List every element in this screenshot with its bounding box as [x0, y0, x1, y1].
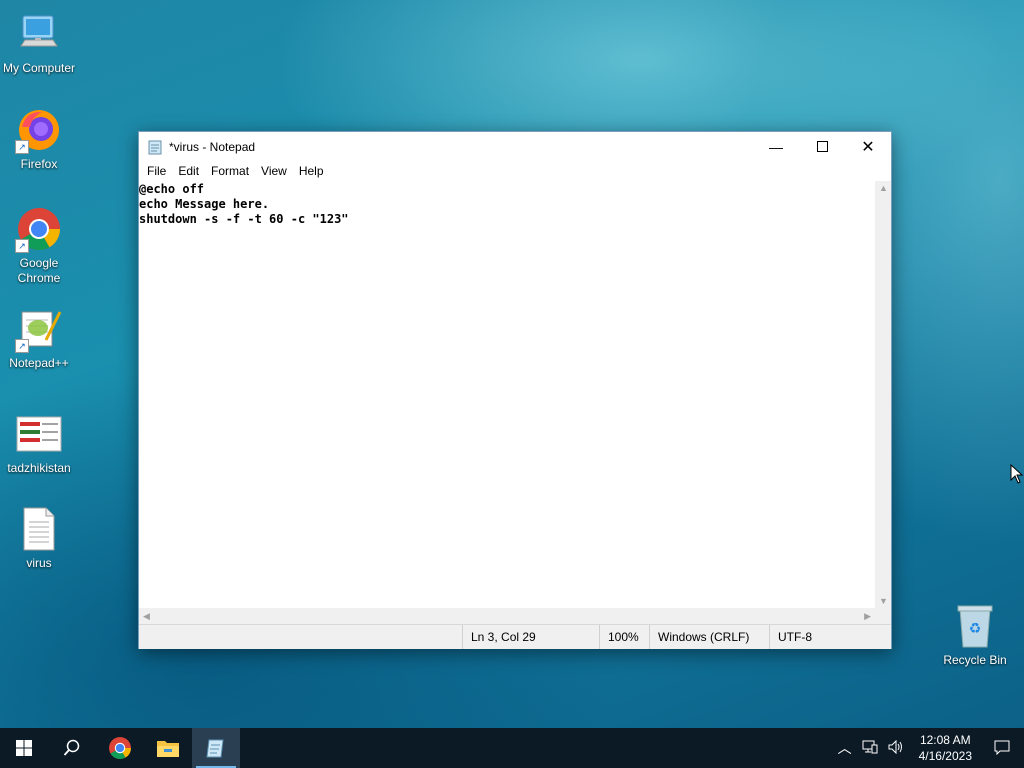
search-icon: [63, 739, 80, 756]
search-button[interactable]: [48, 728, 96, 768]
scroll-left-icon[interactable]: ◀: [143, 611, 150, 622]
volume-icon[interactable]: [883, 739, 909, 757]
desktop-icon-notepadpp[interactable]: ↗ Notepad++: [1, 305, 77, 371]
status-position: Ln 3, Col 29: [462, 625, 593, 649]
maximize-icon: [816, 141, 828, 152]
desktop-icon-label: tadzhikistan: [7, 461, 71, 475]
horizontal-scrollbar[interactable]: ◀ ▶: [139, 608, 875, 624]
menu-view[interactable]: View: [255, 164, 293, 178]
notifications-icon[interactable]: [982, 739, 1024, 758]
menu-edit[interactable]: Edit: [172, 164, 205, 178]
firefox-icon: ↗: [15, 106, 63, 154]
notepad-app-icon: [206, 739, 224, 758]
start-button[interactable]: [0, 728, 48, 768]
desktop-icon-label: virus: [26, 556, 52, 570]
text-file-icon: [15, 505, 63, 553]
menu-help[interactable]: Help: [293, 164, 330, 178]
minimize-button[interactable]: —: [753, 132, 799, 161]
desktop-icon-my-computer[interactable]: My Computer: [1, 10, 77, 76]
desktop-icon-tadzhikistan[interactable]: tadzhikistan: [1, 410, 77, 476]
taskbar-chrome[interactable]: [96, 728, 144, 768]
recycle-bin-icon: ♻: [951, 602, 999, 650]
folder-icon: [157, 741, 179, 757]
desktop-icon-label: Firefox: [20, 157, 58, 171]
desktop-icon-chrome[interactable]: ↗ Google Chrome: [1, 205, 77, 286]
scroll-up-icon[interactable]: ▲: [879, 183, 888, 193]
desktop-icon-label: My Computer: [2, 61, 76, 75]
window-title: *virus - Notepad: [169, 139, 256, 154]
text-editor[interactable]: @echo off echo Message here. shutdown -s…: [139, 181, 875, 609]
status-encoding: UTF-8: [769, 625, 882, 649]
chrome-icon: ↗: [15, 205, 63, 253]
vertical-scrollbar[interactable]: ▲ ▼: [875, 181, 891, 608]
close-button[interactable]: ✕: [845, 132, 891, 161]
status-zoom: 100%: [599, 625, 648, 649]
shortcut-arrow-icon: ↗: [15, 140, 29, 154]
desktop-icon-label: Recycle Bin: [943, 653, 1007, 667]
desktop-icon-label: Notepad++: [9, 356, 69, 370]
clock-time: 12:08 AM: [919, 733, 971, 747]
chevron-up-icon[interactable]: ︿: [833, 738, 857, 758]
notepadpp-icon: ↗: [15, 305, 63, 353]
menu-file[interactable]: File: [141, 164, 172, 178]
taskbar-file-explorer[interactable]: [144, 728, 192, 768]
notepad-app-icon: [147, 139, 163, 155]
desktop-icon-recycle-bin[interactable]: ♻ Recycle Bin: [937, 602, 1013, 668]
mouse-cursor-icon: [1010, 463, 1024, 489]
computer-icon: [15, 10, 63, 58]
maximize-button[interactable]: [799, 132, 845, 161]
scroll-right-icon[interactable]: ▶: [864, 611, 871, 622]
scrollbar-corner: [875, 608, 891, 624]
network-icon[interactable]: [857, 740, 883, 757]
status-line-endings: Windows (CRLF): [649, 625, 762, 649]
system-tray: ︿ 12:08 AM 4/16/2023: [833, 728, 1024, 768]
desktop-icon-label: Google Chrome: [17, 256, 61, 285]
svg-text:♻: ♻: [969, 621, 982, 637]
image-file-icon: [15, 410, 63, 458]
menu-bar: File Edit Format View Help: [139, 161, 891, 181]
taskbar: ︿ 12:08 AM 4/16/2023: [0, 728, 1024, 768]
taskbar-clock[interactable]: 12:08 AM 4/16/2023: [909, 732, 982, 764]
title-bar[interactable]: *virus - Notepad — ✕: [139, 132, 891, 161]
status-bar: Ln 3, Col 29 100% Windows (CRLF) UTF-8: [139, 624, 891, 649]
scroll-down-icon[interactable]: ▼: [879, 596, 888, 606]
desktop-icon-firefox[interactable]: ↗ Firefox: [1, 106, 77, 172]
menu-format[interactable]: Format: [205, 164, 255, 178]
shortcut-arrow-icon: ↗: [15, 239, 29, 253]
notepad-window[interactable]: *virus - Notepad — ✕ File Edit Format Vi…: [138, 131, 892, 649]
close-icon: ✕: [861, 138, 875, 156]
minimize-icon: —: [769, 138, 783, 155]
clock-date: 4/16/2023: [918, 749, 972, 763]
desktop-icon-virus[interactable]: virus: [1, 505, 77, 571]
taskbar-notepad[interactable]: [192, 728, 240, 768]
chrome-icon: [109, 737, 131, 759]
windows-logo-icon: [16, 740, 32, 756]
shortcut-arrow-icon: ↗: [15, 339, 29, 353]
